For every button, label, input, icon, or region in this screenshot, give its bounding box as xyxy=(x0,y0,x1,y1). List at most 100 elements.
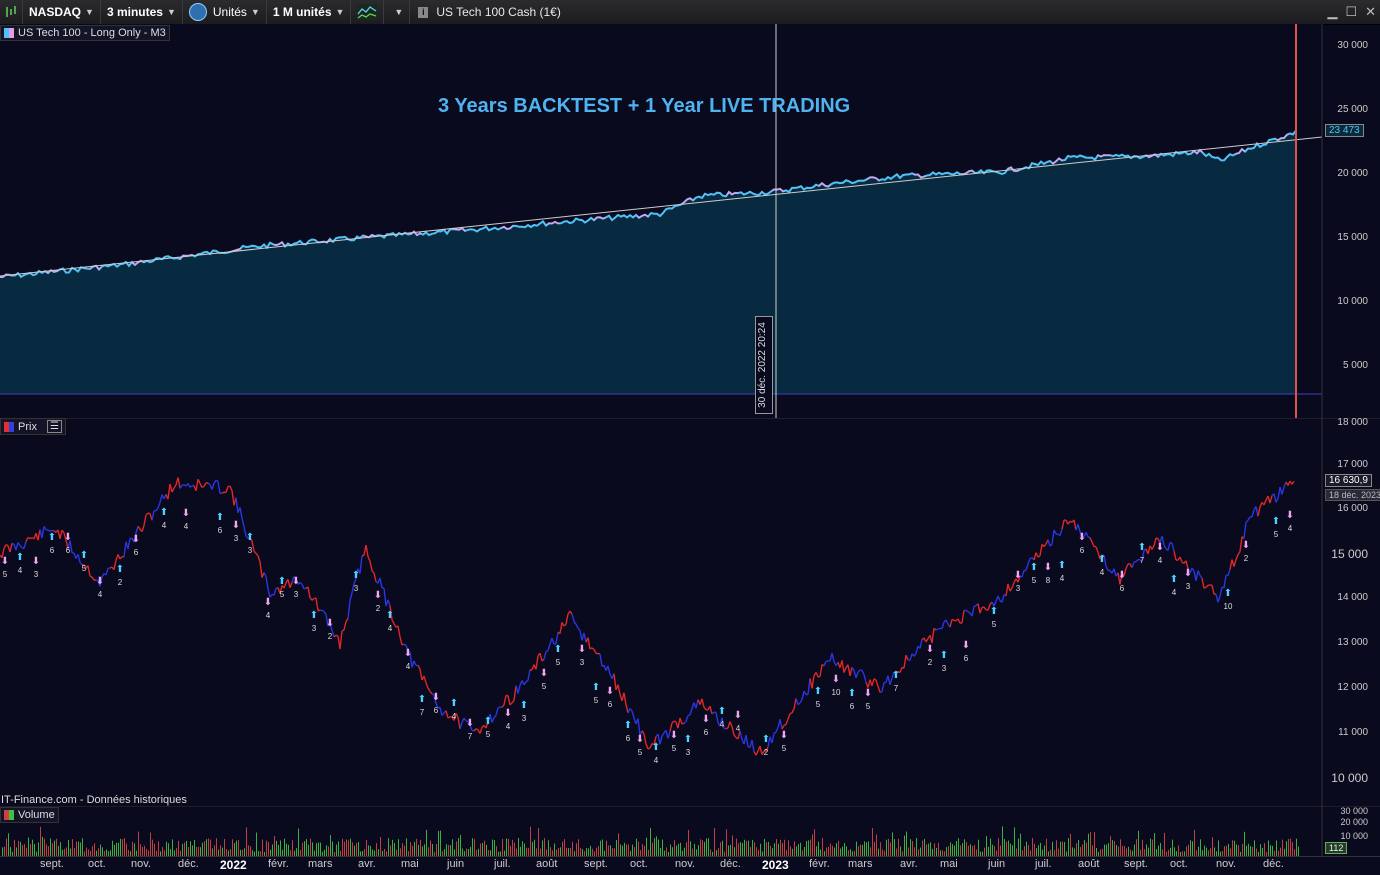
x-axis-month-label: nov. xyxy=(131,858,151,870)
signal-count: 6 xyxy=(1080,546,1085,555)
exchange-selector[interactable]: NASDAQ▼ xyxy=(23,0,101,24)
sell-arrow-icon: ⬇ xyxy=(540,668,548,679)
x-axis-month-label: sept. xyxy=(40,858,64,870)
sell-arrow-icon: ⬇ xyxy=(64,532,72,543)
signal-count: 4 xyxy=(18,566,23,575)
gauge-icon xyxy=(189,3,207,21)
indicator-button[interactable] xyxy=(351,0,384,24)
units-selector[interactable]: Unités▼ xyxy=(183,0,267,24)
sell-arrow-icon: ⬇ xyxy=(636,734,644,745)
signal-count: 4 xyxy=(1060,574,1065,583)
buy-arrow-icon: ⬆ xyxy=(762,734,770,745)
series-swatch xyxy=(4,810,14,820)
signal-count: 6 xyxy=(50,546,55,555)
price-y-tick: 18 000 xyxy=(1337,417,1368,428)
volume-y-tick: 10 000 xyxy=(1340,831,1368,841)
signal-count: 5 xyxy=(1274,530,1279,539)
indicator-menu-button[interactable]: ▼ xyxy=(384,0,410,24)
signal-count: 6 xyxy=(626,734,631,743)
volume-panel-label[interactable]: Volume xyxy=(0,807,59,823)
buy-arrow-icon: ⬆ xyxy=(684,734,692,745)
signal-count: 4 xyxy=(654,756,659,765)
x-axis-month-label: déc. xyxy=(720,858,741,870)
signal-count: 5 xyxy=(816,700,821,709)
list-icon[interactable]: ☰ xyxy=(47,420,62,433)
x-axis-month-label: sept. xyxy=(584,858,608,870)
signal-count: 2 xyxy=(928,658,933,667)
sell-arrow-icon: ⬇ xyxy=(962,640,970,651)
sell-arrow-icon: ⬇ xyxy=(264,597,272,608)
instrument-title-text: US Tech 100 Cash (1€) xyxy=(436,5,561,19)
signal-count: 4 xyxy=(1288,524,1293,533)
x-axis-month-label: oct. xyxy=(88,858,106,870)
chart-type-icon[interactable] xyxy=(0,0,23,24)
price-chart: ⬇5⬆4⬇3⬆6⬇6⬆5⬇4⬆2⬇6⬆4⬇4⬆6⬇3⬆3⬇4⬆5⬇3⬆3⬇2⬆3… xyxy=(0,418,1380,806)
signal-count: 7 xyxy=(894,684,899,693)
buy-arrow-icon: ⬆ xyxy=(484,716,492,727)
toolbar: NASDAQ▼ 3 minutes▼ Unités▼ 1 M unités▼ ▼… xyxy=(0,0,1380,25)
signal-count: 10 xyxy=(1224,602,1233,611)
signal-count: 5 xyxy=(556,658,561,667)
signal-count: 2 xyxy=(1244,554,1249,563)
interval-selector[interactable]: 3 minutes▼ xyxy=(101,0,183,24)
signal-count: 2 xyxy=(764,748,769,757)
price-y-tick: 17 000 xyxy=(1337,459,1368,470)
signal-count: 7 xyxy=(420,708,425,717)
price-y-tick: 12 000 xyxy=(1337,682,1368,693)
signal-count: 5 xyxy=(594,696,599,705)
signal-count: 3 xyxy=(522,714,527,723)
x-axis-month-label: mai xyxy=(940,858,958,870)
signal-count: 6 xyxy=(218,526,223,535)
signal-count: 4 xyxy=(1100,568,1105,577)
signal-count: 3 xyxy=(248,546,253,555)
sell-arrow-icon: ⬇ xyxy=(1156,542,1164,553)
sell-arrow-icon: ⬇ xyxy=(702,714,710,725)
signal-count: 5 xyxy=(1032,576,1037,585)
x-axis-month-label: nov. xyxy=(1216,858,1236,870)
signal-count: 6 xyxy=(964,654,969,663)
buy-arrow-icon: ⬆ xyxy=(310,610,318,621)
signal-count: 4 xyxy=(1172,588,1177,597)
minimize-icon[interactable]: ▁ xyxy=(1327,4,1337,20)
maximize-icon[interactable]: ☐ xyxy=(1345,4,1357,20)
buy-arrow-icon: ⬆ xyxy=(278,576,286,587)
volume-panel-label-text: Volume xyxy=(18,809,55,821)
buy-arrow-icon: ⬆ xyxy=(1170,574,1178,585)
close-icon[interactable]: ✕ xyxy=(1365,4,1376,20)
x-axis-month-label: mai xyxy=(401,858,419,870)
signal-count: 2 xyxy=(118,578,123,587)
signal-count: 8 xyxy=(1046,576,1051,585)
chevron-down-icon: ▼ xyxy=(251,7,260,17)
x-axis-month-label: 2023 xyxy=(762,858,789,872)
price-y-tick: 16 000 xyxy=(1337,503,1368,514)
signal-count: 2 xyxy=(376,604,381,613)
chevron-down-icon: ▼ xyxy=(394,7,403,17)
buy-arrow-icon: ⬆ xyxy=(48,532,56,543)
sell-arrow-icon: ⬇ xyxy=(1286,510,1294,521)
info-icon: i xyxy=(418,7,428,18)
signal-count: 5 xyxy=(866,702,871,711)
buy-arrow-icon: ⬆ xyxy=(718,706,726,717)
top-panel-label-text: US Tech 100 - Long Only - M3 xyxy=(18,27,166,39)
signal-count: 5 xyxy=(280,590,285,599)
signal-count: 7 xyxy=(1140,556,1145,565)
buy-arrow-icon: ⬆ xyxy=(1098,554,1106,565)
top-y-tick: 30 000 xyxy=(1337,40,1368,51)
x-axis-month-label: juil. xyxy=(494,858,511,870)
x-axis-month-label: avr. xyxy=(900,858,918,870)
signal-count: 4 xyxy=(720,720,725,729)
buy-arrow-icon: ⬆ xyxy=(592,682,600,693)
buy-arrow-icon: ⬆ xyxy=(652,742,660,753)
x-axis-month-label: févr. xyxy=(268,858,289,870)
top-panel-label[interactable]: US Tech 100 - Long Only - M3 xyxy=(0,25,170,41)
signal-count: 6 xyxy=(704,728,709,737)
signal-count: 5 xyxy=(992,620,997,629)
sell-arrow-icon: ⬇ xyxy=(670,730,678,741)
series-swatch xyxy=(4,422,14,432)
x-axis-month-label: 2022 xyxy=(220,858,247,872)
sell-arrow-icon: ⬇ xyxy=(1078,532,1086,543)
buy-arrow-icon: ⬆ xyxy=(554,644,562,655)
size-selector[interactable]: 1 M unités▼ xyxy=(267,0,352,24)
price-panel-label[interactable]: Prix☰ xyxy=(0,418,66,435)
buy-arrow-icon: ⬆ xyxy=(1058,560,1066,571)
